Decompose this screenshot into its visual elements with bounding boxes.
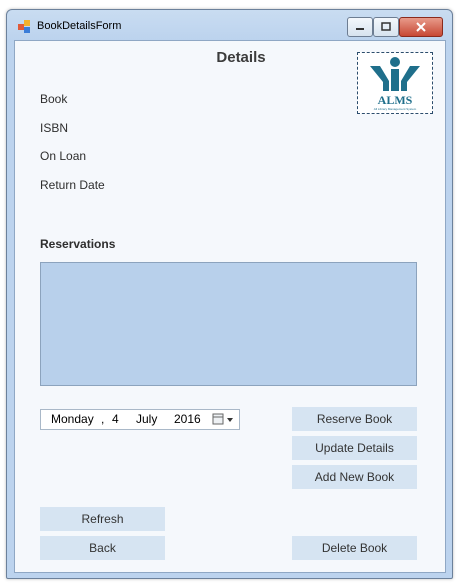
svg-text:All Library Management System: All Library Management System [374,107,417,111]
form-client-area: Details ALMS All Library Management Syst… [14,40,446,573]
calendar-dropdown-icon[interactable] [212,413,236,426]
date-month: July [136,412,158,426]
date-weekday: Monday [51,412,94,426]
return-date-label: Return Date [40,178,105,192]
reservations-label: Reservations [40,237,116,251]
app-icon [18,20,32,34]
refresh-button[interactable]: Refresh [40,507,165,531]
book-details-window: BookDetailsForm Details ALMS All Library… [6,9,453,579]
maximize-button[interactable] [373,17,399,37]
add-new-book-button[interactable]: Add New Book [292,465,417,489]
minimize-button[interactable] [347,17,373,37]
svg-text:ALMS: ALMS [378,93,413,107]
reserve-book-button[interactable]: Reserve Book [292,407,417,431]
date-year: 2016 [174,412,201,426]
delete-book-button[interactable]: Delete Book [292,536,417,560]
update-details-button[interactable]: Update Details [292,436,417,460]
book-label: Book [40,92,68,106]
alms-logo-graphic: ALMS All Library Management System [370,57,420,111]
alms-logo: ALMS All Library Management System [357,52,433,114]
title-bar[interactable]: BookDetailsForm [7,10,452,40]
minimize-icon [356,28,364,30]
back-button[interactable]: Back [40,536,165,560]
isbn-label: ISBN [40,121,69,135]
on-loan-label: On Loan [40,149,87,163]
maximize-icon [381,22,391,31]
date-separator: , [101,412,105,426]
reservation-date-picker[interactable]: Monday , 4 July 2016 [40,409,240,430]
date-day: 4 [112,412,119,426]
close-icon [416,22,426,32]
window-title: BookDetailsForm [37,20,122,32]
close-button[interactable] [399,17,443,37]
reservations-list[interactable] [40,262,417,386]
